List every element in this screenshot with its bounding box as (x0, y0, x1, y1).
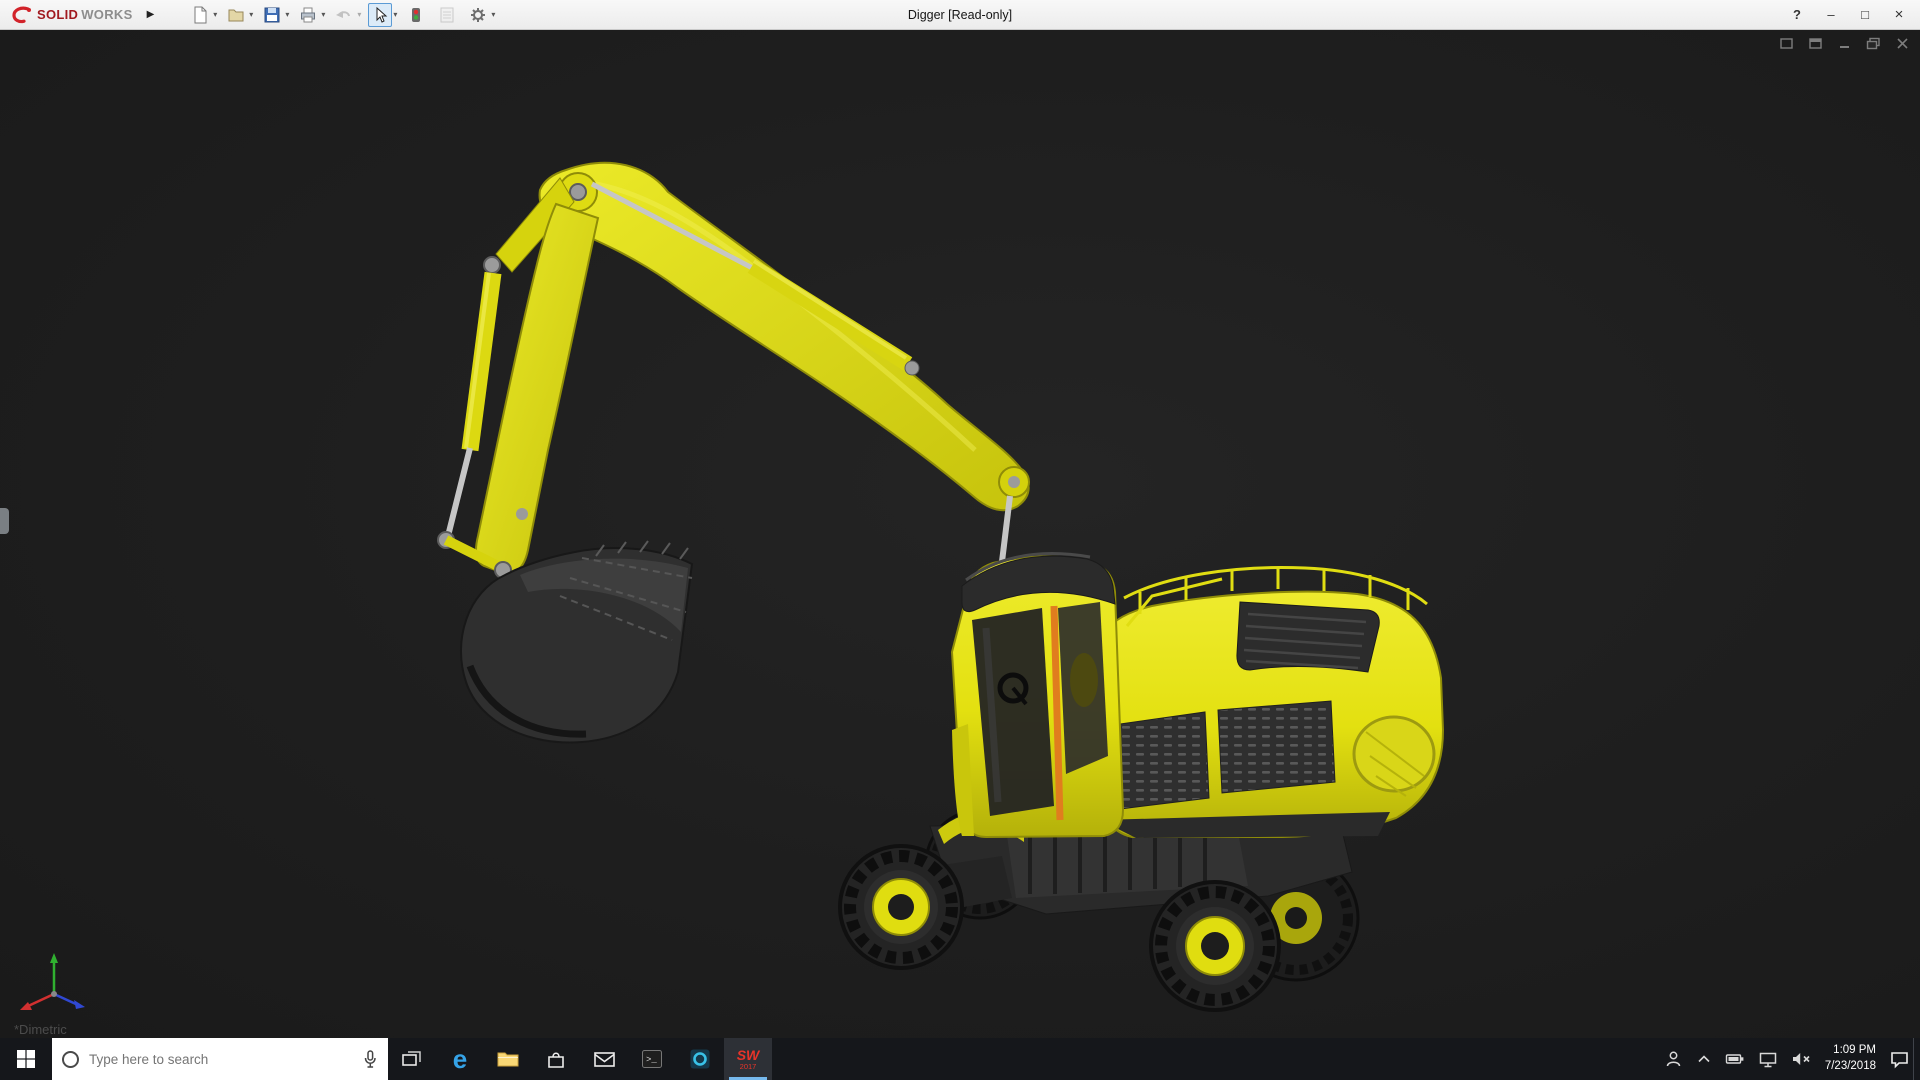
taskbar-clock[interactable]: 1:09 PM 7/23/2018 (1825, 1043, 1876, 1074)
select-cursor-icon[interactable] (368, 3, 392, 27)
logo-text-works: WORKS (81, 7, 132, 22)
windows-taskbar: e >_ (0, 1038, 1920, 1080)
cortana-icon (62, 1051, 79, 1068)
store-button[interactable] (532, 1038, 580, 1080)
people-icon[interactable] (1664, 1050, 1683, 1068)
ds-swoosh-icon (10, 5, 34, 25)
rebuild-traffic-light-icon[interactable] (404, 3, 428, 27)
task-view-icon (401, 1049, 423, 1069)
hidden-icons-chevron[interactable] (1696, 1052, 1712, 1066)
action-center-icon[interactable] (1889, 1050, 1910, 1069)
solidworks-taskbar-button[interactable]: SW 2017 (724, 1038, 772, 1080)
file-properties-button[interactable] (435, 3, 459, 27)
minimize-button[interactable]: – (1824, 7, 1838, 22)
chevron-down-icon[interactable]: ▾ (285, 10, 289, 19)
edge-button[interactable]: e (436, 1038, 484, 1080)
solidworks-2017-icon: SW 2017 (737, 1048, 760, 1071)
doc-window-icon[interactable] (1779, 37, 1794, 50)
media-app-icon (689, 1048, 711, 1070)
operator-seat (1070, 653, 1098, 707)
console-app-button[interactable]: >_ (628, 1038, 676, 1080)
maximize-button[interactable]: □ (1858, 7, 1872, 22)
boom-arm (540, 163, 1029, 578)
clock-time: 1:09 PM (1825, 1043, 1876, 1059)
z-axis-blue (54, 994, 78, 1005)
rebuild-button[interactable] (404, 3, 428, 27)
digger-3d-model[interactable] (0, 30, 1920, 1038)
upper-body (1092, 567, 1443, 838)
open-button[interactable]: ▾ (224, 3, 253, 27)
logo-text-solid: SOLID (37, 7, 78, 22)
console-icon: >_ (641, 1048, 663, 1070)
open-folder-icon[interactable] (224, 3, 248, 27)
menu-flyout-arrow[interactable]: ▶ (143, 7, 159, 22)
options-gear-icon[interactable] (466, 3, 490, 27)
solidworks-logo: SOLIDWORKS (0, 5, 133, 25)
chevron-down-icon[interactable]: ▾ (491, 10, 495, 19)
print-icon[interactable] (296, 3, 320, 27)
start-button[interactable] (0, 1038, 52, 1080)
system-tray: 1:09 PM 7/23/2018 (1664, 1038, 1913, 1080)
wheel-front-near (840, 846, 962, 968)
print-button[interactable]: ▾ (296, 3, 325, 27)
solidworks-window: SOLIDWORKS ▶ ▾ ▾ ▾ ▾ (0, 0, 1920, 1080)
wheel-rear-near (1151, 882, 1279, 1010)
media-app-button[interactable] (676, 1038, 724, 1080)
search-input[interactable] (89, 1052, 352, 1067)
microphone-icon[interactable] (362, 1050, 378, 1068)
options-button[interactable]: ▾ (466, 3, 495, 27)
doc-restore-icon[interactable] (1866, 37, 1881, 50)
doc-minimize-icon[interactable] (1837, 37, 1852, 50)
close-button[interactable]: × (1892, 6, 1906, 23)
windows-logo-icon (16, 1049, 36, 1069)
network-icon[interactable] (1758, 1051, 1778, 1068)
doc-close-icon[interactable] (1895, 37, 1910, 50)
chevron-down-icon[interactable]: ▾ (249, 10, 253, 19)
undo-icon[interactable] (332, 3, 356, 27)
edge-icon: e (453, 1046, 467, 1072)
svg-text:>_: >_ (646, 1055, 657, 1065)
store-bag-icon (545, 1049, 567, 1070)
window-controls: ? – □ × (1790, 6, 1920, 23)
x-axis-red (26, 994, 54, 1007)
mail-envelope-icon (593, 1050, 616, 1069)
save-floppy-icon[interactable] (260, 3, 284, 27)
volume-muted-icon[interactable] (1791, 1051, 1812, 1067)
new-document-button[interactable]: ▾ (188, 3, 217, 27)
show-desktop-button[interactable] (1913, 1038, 1920, 1080)
feature-panel-tab[interactable] (0, 508, 9, 534)
titlebar: SOLIDWORKS ▶ ▾ ▾ ▾ ▾ (0, 0, 1920, 30)
battery-icon[interactable] (1725, 1051, 1745, 1067)
cab (952, 554, 1123, 837)
chevron-down-icon[interactable]: ▾ (213, 10, 217, 19)
save-button[interactable]: ▾ (260, 3, 289, 27)
clock-date: 7/23/2018 (1825, 1059, 1876, 1075)
file-explorer-button[interactable] (484, 1038, 532, 1080)
doc-window-icon[interactable] (1808, 37, 1823, 50)
taskbar-search[interactable] (52, 1038, 388, 1080)
stick-arm (438, 178, 598, 578)
chevron-down-icon[interactable]: ▾ (321, 10, 325, 19)
chevron-down-icon[interactable]: ▾ (357, 10, 361, 19)
select-tool-button[interactable]: ▾ (368, 3, 397, 27)
undo-button[interactable]: ▾ (332, 3, 361, 27)
task-view-button[interactable] (388, 1038, 436, 1080)
chevron-down-icon[interactable]: ▾ (393, 10, 397, 19)
file-explorer-icon (496, 1049, 520, 1069)
side-grille-right (1218, 701, 1335, 793)
reference-triad (12, 944, 98, 1014)
new-document-icon[interactable] (188, 3, 212, 27)
file-properties-icon[interactable] (435, 3, 459, 27)
help-button[interactable]: ? (1790, 7, 1804, 22)
engine-hood (1237, 602, 1379, 672)
quick-toolbar: ▾ ▾ ▾ ▾ ▾ (188, 3, 495, 27)
view-orientation-label: *Dimetric (14, 1022, 67, 1037)
excavator-model (438, 163, 1443, 1010)
graphics-viewport[interactable]: *Dimetric (0, 30, 1920, 1038)
mail-button[interactable] (580, 1038, 628, 1080)
document-window-controls (1779, 37, 1910, 50)
